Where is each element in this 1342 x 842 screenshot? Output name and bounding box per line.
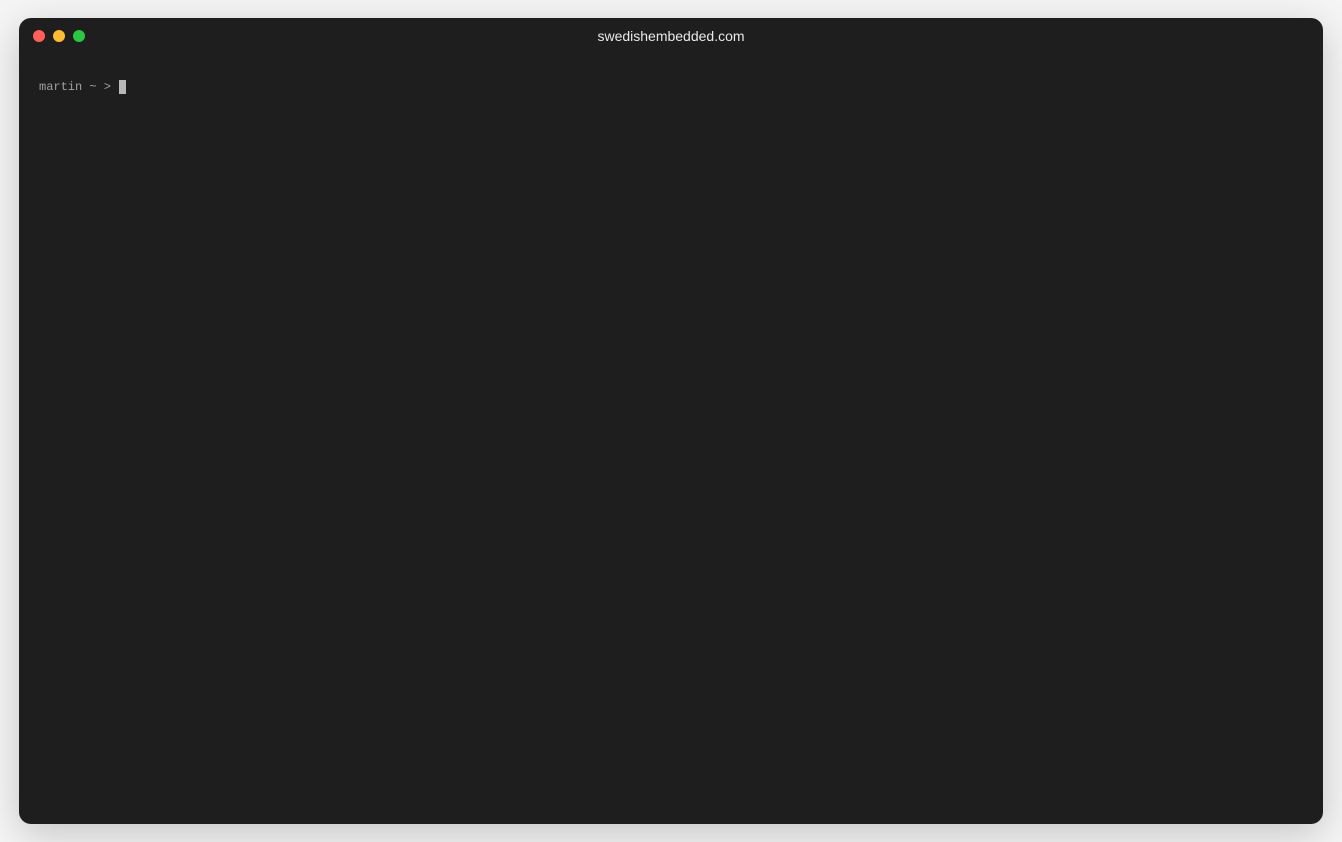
maximize-button[interactable] <box>73 30 85 42</box>
prompt-text: martin ~ > <box>39 78 118 96</box>
titlebar: swedishembedded.com <box>19 18 1323 54</box>
close-button[interactable] <box>33 30 45 42</box>
cursor-icon <box>119 80 126 94</box>
terminal-window: swedishembedded.com martin ~ > <box>19 18 1323 824</box>
minimize-button[interactable] <box>53 30 65 42</box>
traffic-lights <box>33 30 85 42</box>
window-title: swedishembedded.com <box>597 28 744 44</box>
terminal-body[interactable]: martin ~ > <box>19 54 1323 824</box>
prompt-line: martin ~ > <box>39 78 1303 96</box>
